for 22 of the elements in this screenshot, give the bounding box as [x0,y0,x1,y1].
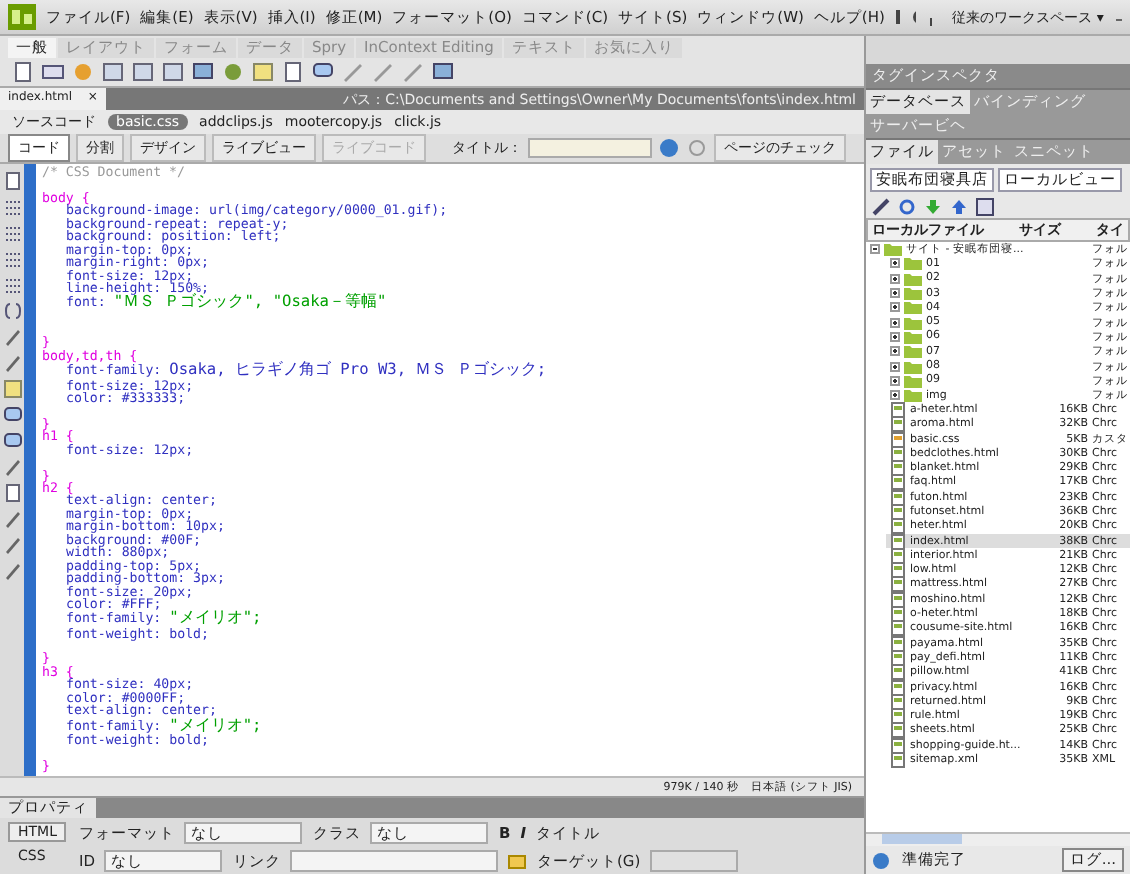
dots-icon[interactable] [3,198,21,216]
dots-icon[interactable] [3,224,21,242]
pen-icon[interactable] [3,458,21,476]
title-field[interactable] [528,138,652,158]
css-file-icon [890,431,906,448]
collapse-icon[interactable] [870,244,880,255]
doc-icon[interactable] [282,62,304,82]
brace-icon[interactable] [3,302,21,320]
image-icon[interactable] [192,62,214,82]
box-icon[interactable] [132,62,154,82]
screen-icon[interactable] [432,62,454,82]
dots-icon[interactable] [3,250,21,268]
box-icon[interactable] [162,62,184,82]
up-arrow-icon[interactable] [950,198,968,216]
page-icon[interactable] [12,62,34,82]
app-logo-icon[interactable] [8,4,36,30]
box-icon[interactable] [3,380,21,398]
dots-icon[interactable] [3,276,21,294]
doc-icon[interactable] [3,484,21,502]
comment-icon[interactable] [312,62,334,82]
link-field[interactable] [290,850,499,872]
page-icon[interactable] [3,172,21,190]
